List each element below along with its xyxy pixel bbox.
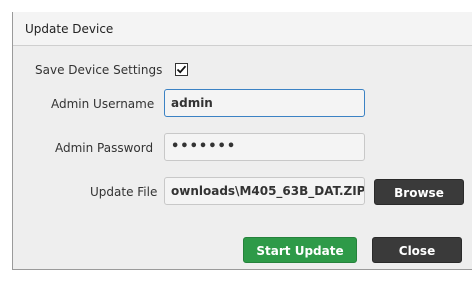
browse-button[interactable]: Browse [374, 179, 464, 205]
dialog-title: Update Device [25, 22, 114, 36]
admin-password-input[interactable]: ••••••• [164, 133, 365, 161]
update-file-input[interactable]: ownloads\M405_63B_DAT.ZIP [164, 177, 365, 205]
admin-password-label: Admin Password [55, 141, 154, 155]
update-device-dialog: Update Device Save Device Settings Admin… [12, 12, 472, 270]
close-button[interactable]: Close [372, 237, 462, 263]
save-settings-checkbox[interactable] [175, 63, 188, 76]
update-file-label: Update File [90, 185, 158, 199]
checkmark-icon [176, 65, 187, 74]
dialog-titlebar: Update Device [13, 12, 472, 46]
admin-username-label: Admin Username [51, 97, 155, 111]
save-settings-label: Save Device Settings [35, 63, 163, 77]
start-update-button[interactable]: Start Update [243, 237, 357, 263]
admin-username-input[interactable]: admin [164, 89, 365, 117]
